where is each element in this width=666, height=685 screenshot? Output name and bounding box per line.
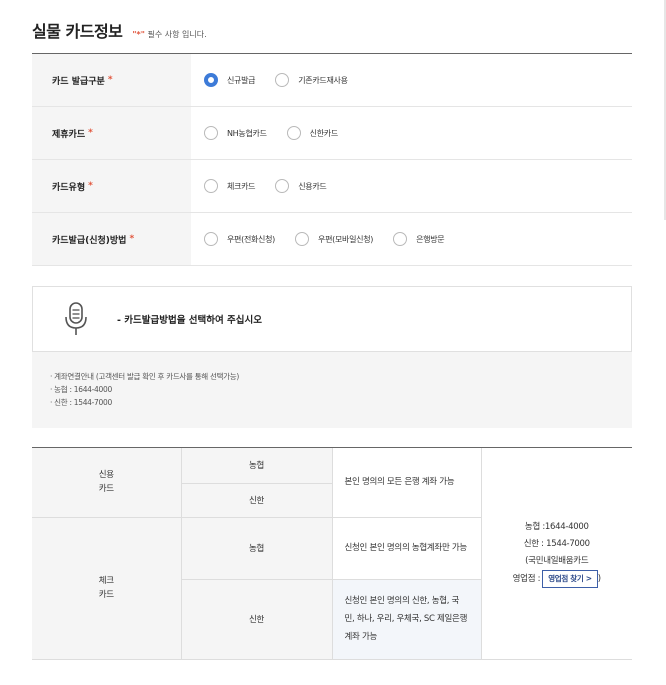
radio-button[interactable] [204, 179, 218, 193]
radio-option-mail-phone[interactable]: 우편(전화신청) [204, 232, 275, 246]
card-info-form: 카드 발급구분 * 신규발급 기존카드재사용 제휴카드 * NH농협카드 신한카드 … [32, 53, 632, 266]
radio-button[interactable] [275, 179, 290, 193]
check-sh-desc: 신청인 본인 명의의 신한, 농협, 국민, 하나, 우리, 우체국, SC 제… [332, 579, 481, 659]
radio-button[interactable] [295, 232, 310, 246]
radio-button[interactable] [204, 73, 218, 87]
info-message: - 카드발급방법을 선택하여 주십시오 [117, 315, 262, 326]
find-branch-button[interactable]: 영업점 찾기 > [542, 570, 598, 588]
info-box: - 카드발급방법을 선택하여 주십시오 · 계좌연결안내 (고객센터 발급 확인… [32, 286, 632, 428]
contact-note: (국민내일배움카드 [525, 556, 589, 566]
required-star: * [88, 128, 93, 138]
check-nh-cell: 농협 [181, 517, 333, 580]
radio-group: 우편(전화신청) 우편(모바일신청) 은행방문 [191, 213, 632, 265]
radio-label: 신용카드 [298, 181, 327, 191]
radio-option-nh[interactable]: NH농협카드 [204, 126, 267, 140]
radio-button[interactable] [275, 73, 290, 87]
contact-branch-line: 영업점 : 영업점 찾기 >) [483, 570, 632, 588]
row-label: 제휴카드 * [32, 107, 191, 159]
row-label: 카드유형 * [32, 160, 191, 212]
row-issue-type: 카드 발급구분 * 신규발급 기존카드재사용 [32, 54, 632, 107]
required-star: * [107, 75, 113, 85]
radio-group: 체크카드 신용카드 [191, 160, 632, 212]
row-label-text: 카드유형 [52, 182, 86, 193]
radio-label: 기존카드재사용 [298, 75, 348, 85]
required-star: "*" [132, 30, 145, 39]
check-card-label: 체크 카드 [32, 517, 182, 659]
radio-button[interactable] [286, 126, 301, 140]
required-star: * [88, 181, 93, 191]
radio-label: 은행방문 [416, 234, 445, 244]
info-line: · 농협 : 1644-4000 [50, 385, 112, 394]
radio-label: 체크카드 [227, 181, 256, 191]
row-issue-method: 카드발급(신청)방법 * 우편(전화신청) 우편(모바일신청) 은행방문 [32, 213, 632, 266]
radio-label: 신한카드 [309, 128, 339, 138]
contact-nh: 농협 :1644-4000 [524, 522, 589, 532]
radio-option-check[interactable]: 체크카드 [204, 179, 256, 193]
radio-option-new-issue[interactable]: 신규발급 [204, 73, 256, 87]
table-row: 신용 카드 농협 본인 명의의 모든 은행 계좌 가능 농협 :1644-400… [32, 448, 632, 659]
radio-button[interactable] [204, 232, 218, 246]
required-note: "*" 필수 사항 입니다. [132, 29, 206, 40]
radio-group: 신규발급 기존카드재사용 [191, 54, 632, 106]
radio-button[interactable] [393, 232, 408, 246]
radio-group: NH농협카드 신한카드 [191, 107, 632, 159]
contact-close: ) [597, 574, 601, 584]
row-card-type: 카드유형 * 체크카드 신용카드 [32, 160, 632, 213]
radio-option-mail-mobile[interactable]: 우편(모바일신청) [295, 232, 373, 246]
row-label-text: 카드 발급구분 [52, 76, 105, 87]
radio-label: 신규발급 [227, 75, 256, 85]
radio-option-reuse[interactable]: 기존카드재사용 [275, 73, 348, 87]
check-nh-desc: 신청인 본인 명의의 농협계좌만 가능 [332, 517, 481, 580]
info-line: · 신한 : 1544-7000 [50, 398, 112, 407]
row-label-text: 카드발급(신청)방법 [52, 235, 127, 246]
row-label-text: 제휴카드 [52, 129, 86, 140]
check-sh-cell: 신한 [181, 579, 333, 659]
radio-label: 우편(전화신청) [227, 234, 276, 244]
row-label: 카드발급(신청)방법 * [32, 213, 191, 265]
credit-card-label: 신용 카드 [32, 448, 182, 518]
contact-sh: 신한 : 1544-7000 [523, 539, 590, 549]
section-header: 실물 카드정보 "*" 필수 사항 입니다. [32, 18, 207, 42]
row-partner-card: 제휴카드 * NH농협카드 신한카드 [32, 107, 632, 160]
radio-label: 우편(모바일신청) [318, 234, 374, 244]
microphone-icon [65, 302, 87, 335]
radio-label: NH농협카드 [227, 128, 267, 138]
card-account-table: 신용 카드 농협 본인 명의의 모든 은행 계좌 가능 농협 :1644-400… [32, 447, 632, 660]
credit-desc: 본인 명의의 모든 은행 계좌 가능 [332, 448, 481, 518]
radio-button[interactable] [204, 126, 218, 140]
info-message-area: - 카드발급방법을 선택하여 주십시오 [32, 286, 632, 352]
info-details: · 계좌연결안내 (고객센터 발급 확인 후 카드사를 통해 선택가능) · 농… [32, 352, 632, 428]
required-note-text: 필수 사항 입니다. [144, 30, 207, 39]
credit-sh-cell: 신한 [181, 483, 333, 518]
info-line: · 계좌연결안내 (고객센터 발급 확인 후 카드사를 통해 선택가능) [50, 372, 240, 381]
radio-option-branch-visit[interactable]: 은행방문 [393, 232, 445, 246]
page-title: 실물 카드정보 [32, 22, 123, 41]
branch-label: 영업점 : [512, 574, 541, 584]
radio-option-credit[interactable]: 신용카드 [275, 179, 327, 193]
radio-option-shinhan[interactable]: 신한카드 [286, 126, 339, 140]
required-star: * [129, 234, 135, 244]
row-label: 카드 발급구분 * [32, 54, 191, 106]
contact-cell: 농협 :1644-4000 신한 : 1544-7000 (국민내일배움카드 영… [480, 448, 632, 659]
credit-nh-cell: 농협 [181, 448, 333, 484]
